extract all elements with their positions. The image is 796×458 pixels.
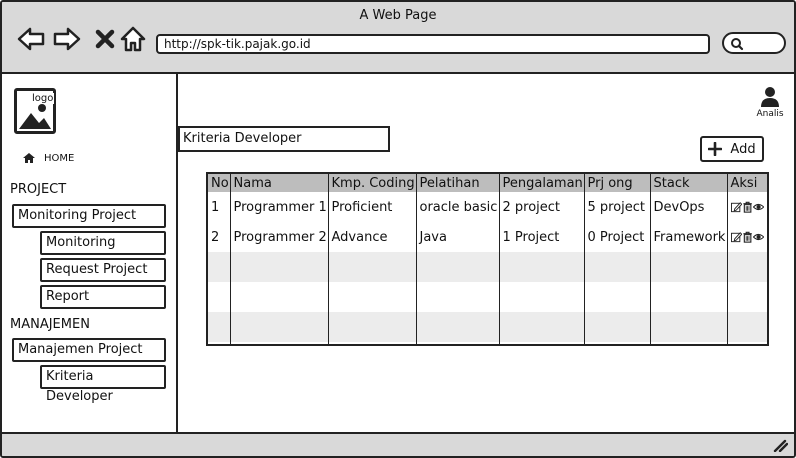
- column-header-no: No: [208, 174, 231, 192]
- section-project: PROJECT: [10, 182, 67, 197]
- add-label: Add: [730, 141, 756, 157]
- home-label: HOME: [44, 152, 75, 164]
- view-icon[interactable]: [752, 231, 765, 243]
- status-bar: [2, 432, 794, 456]
- edit-icon[interactable]: [730, 201, 742, 213]
- user-menu[interactable]: Analis: [750, 86, 790, 119]
- main-content: Analis Kriteria Developer Add No Nama Km…: [178, 74, 794, 432]
- view-icon[interactable]: [752, 201, 765, 213]
- sidebar-item-report[interactable]: Report: [40, 285, 166, 309]
- sidebar: logo HOME PROJECT Monitoring Project Mon…: [2, 74, 178, 432]
- delete-icon[interactable]: [742, 231, 753, 243]
- logo-text: logo: [31, 93, 55, 104]
- column-header-pelatihan: Pelatihan: [416, 174, 500, 192]
- home-small-icon: [23, 153, 35, 163]
- edit-icon[interactable]: [730, 231, 742, 243]
- table-row-empty: [208, 282, 767, 312]
- url-input[interactable]: http://spk-tik.pajak.go.id: [156, 34, 710, 54]
- sidebar-item-request-project[interactable]: Request Project: [40, 258, 166, 282]
- column-header-pengalaman: Pengalaman: [499, 174, 585, 192]
- cell-pengalaman: 1 Project: [499, 222, 585, 252]
- user-icon: [761, 87, 779, 107]
- add-button[interactable]: Add: [700, 136, 764, 162]
- cell-nama: Programmer 2: [230, 222, 329, 252]
- close-x-icon[interactable]: [90, 24, 120, 54]
- criteria-table: No Nama Kmp. Coding Pelatihan Pengalaman…: [206, 172, 769, 346]
- cell-pelatihan: oracle basic: [416, 192, 500, 222]
- column-header-stack: Stack: [650, 174, 728, 192]
- cell-aksi: [727, 222, 767, 252]
- column-header-prj-ong: Prj ong: [584, 174, 651, 192]
- cell-nama: Programmer 1: [230, 192, 329, 222]
- forward-arrow-icon[interactable]: [52, 24, 82, 54]
- cell-stack: DevOps: [650, 192, 728, 222]
- browser-chrome: A Web Page http://spk-tik.pajak.go.id: [2, 2, 794, 74]
- plus-icon: [708, 142, 723, 156]
- cell-no: 2: [208, 222, 231, 252]
- sidebar-item-monitoring[interactable]: Monitoring: [40, 231, 166, 255]
- resize-grip-icon[interactable]: [772, 438, 788, 452]
- cell-stack: Framework: [650, 222, 728, 252]
- search-input[interactable]: [722, 32, 786, 54]
- search-icon: [731, 38, 744, 51]
- cell-prj-ong: 0 Project: [584, 222, 651, 252]
- cell-pengalaman: 2 project: [499, 192, 585, 222]
- logo-image: logo: [14, 88, 56, 134]
- delete-icon[interactable]: [742, 201, 753, 213]
- table-row-empty: [208, 342, 767, 344]
- home-icon[interactable]: [118, 24, 148, 54]
- home-link[interactable]: HOME: [22, 152, 74, 164]
- cell-no: 1: [208, 192, 231, 222]
- window-title: A Web Page: [359, 8, 437, 23]
- back-arrow-icon[interactable]: [16, 24, 46, 54]
- cell-kmp-coding: Advance: [328, 222, 417, 252]
- cell-aksi: [727, 192, 767, 222]
- sidebar-item-monitoring-project[interactable]: Monitoring Project: [12, 204, 166, 228]
- sidebar-item-kriteria-developer[interactable]: Kriteria Developer: [40, 365, 166, 404]
- sidebar-item-manajemen-project[interactable]: Manajemen Project: [12, 338, 166, 362]
- browser-window: A Web Page http://spk-tik.pajak.go.id lo…: [0, 0, 796, 458]
- cell-pelatihan: Java: [416, 222, 500, 252]
- table-row: 2 Programmer 2 Advance Java 1 Project 0 …: [208, 222, 767, 252]
- table-row-empty: [208, 252, 767, 282]
- table-row-empty: [208, 312, 767, 342]
- cell-kmp-coding: Proficient: [328, 192, 417, 222]
- column-header-kmp-coding: Kmp. Coding: [328, 174, 417, 192]
- page-title: Kriteria Developer: [178, 126, 390, 152]
- column-header-aksi: Aksi: [727, 174, 767, 192]
- column-header-nama: Nama: [230, 174, 329, 192]
- user-label: Analis: [756, 109, 784, 119]
- cell-prj-ong: 5 project: [584, 192, 651, 222]
- table-row: 1 Programmer 1 Proficient oracle basic 2…: [208, 192, 767, 222]
- table-header-row: No Nama Kmp. Coding Pelatihan Pengalaman…: [208, 174, 767, 192]
- section-manajemen: MANAJEMEN: [10, 317, 90, 332]
